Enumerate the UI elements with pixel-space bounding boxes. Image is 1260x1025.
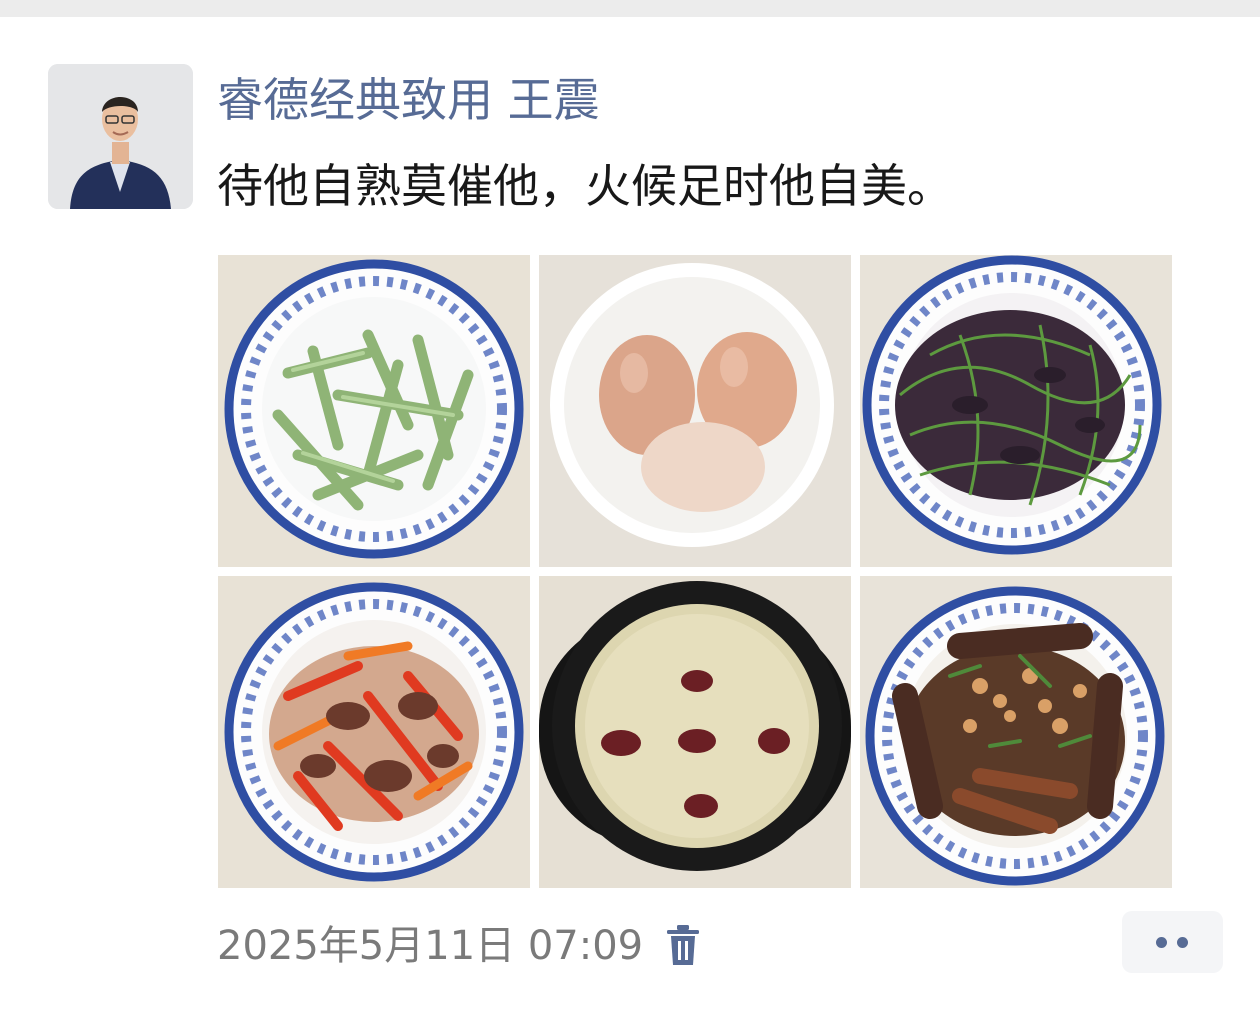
photo-green-beans[interactable]: [218, 255, 530, 567]
more-dots-icon: [1156, 937, 1167, 948]
avatar[interactable]: [48, 64, 193, 209]
post-timestamp: 2025年5月11日 07:09: [217, 923, 644, 969]
photo-grid: [218, 255, 1172, 888]
photo-millet-porridge[interactable]: [539, 576, 851, 888]
photo-braised-eggplant[interactable]: [860, 576, 1172, 888]
photo-eggs[interactable]: [539, 255, 851, 567]
more-dots-button[interactable]: [1122, 911, 1223, 973]
trash-icon[interactable]: [663, 924, 703, 968]
avatar-portrait: [48, 64, 193, 209]
photo-peppers-sausage[interactable]: [218, 576, 530, 888]
author-name[interactable]: 睿德经典致用 王震: [217, 68, 600, 132]
more-dots-icon: [1177, 937, 1188, 948]
status-strip: [0, 0, 1260, 17]
post-text: 待他自熟莫催他，火候足时他自美。: [217, 159, 953, 213]
photo-stir-fried-greens[interactable]: [860, 255, 1172, 567]
